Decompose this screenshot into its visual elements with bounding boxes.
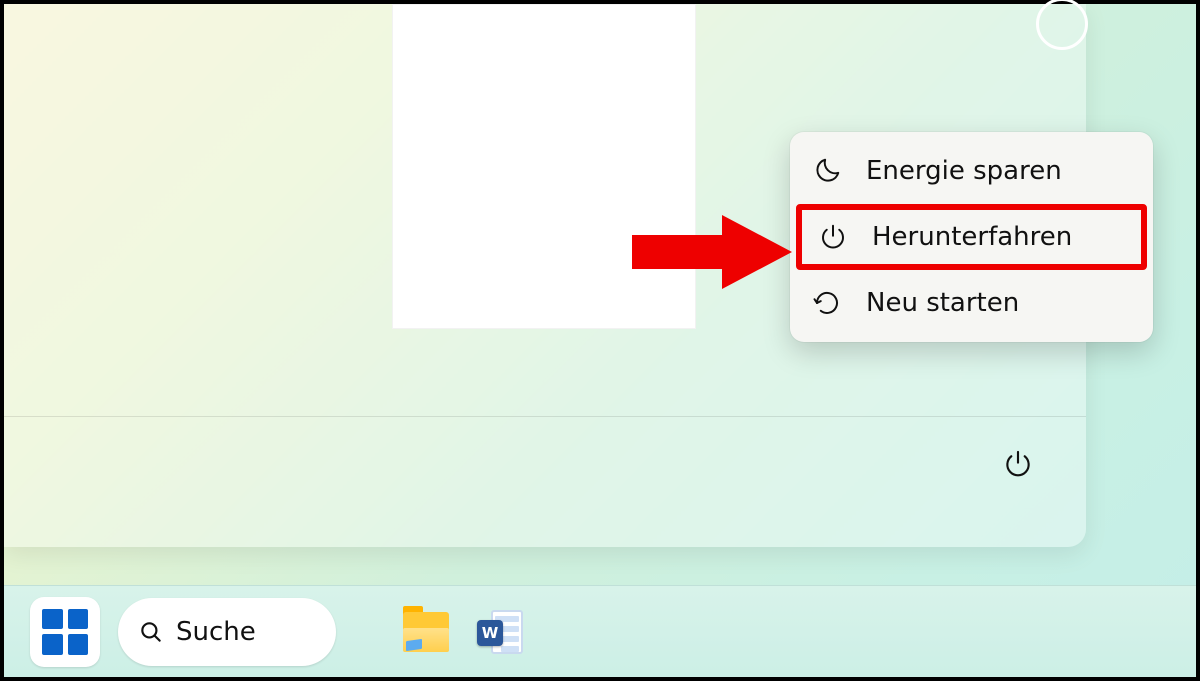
menu-item-sleep[interactable]: Energie sparen: [796, 138, 1147, 204]
desktop-viewport: Energie sparen Herunterfahren Neu starte…: [0, 0, 1200, 681]
menu-item-label: Energie sparen: [866, 156, 1062, 186]
search-icon: [138, 619, 164, 645]
taskbar-item-word[interactable]: W: [472, 604, 528, 660]
taskbar-search[interactable]: Suche: [118, 598, 336, 666]
windows-logo-icon: [42, 609, 88, 655]
taskbar: Suche W: [4, 585, 1196, 677]
power-icon: [816, 220, 850, 254]
folder-icon: [403, 612, 449, 652]
search-placeholder: Suche: [176, 617, 256, 647]
power-options-menu: Energie sparen Herunterfahren Neu starte…: [790, 132, 1153, 342]
menu-item-restart[interactable]: Neu starten: [796, 270, 1147, 336]
start-button[interactable]: [30, 597, 100, 667]
decorative-ring: [1036, 0, 1088, 50]
menu-item-label: Herunterfahren: [872, 222, 1072, 252]
restart-icon: [810, 286, 844, 320]
menu-item-shutdown[interactable]: Herunterfahren: [796, 204, 1147, 270]
taskbar-item-file-explorer[interactable]: [398, 604, 454, 660]
word-icon: W: [477, 610, 523, 654]
menu-item-label: Neu starten: [866, 288, 1019, 318]
start-menu-divider: [4, 416, 1086, 417]
moon-icon: [810, 154, 844, 188]
power-button[interactable]: [1000, 446, 1036, 482]
start-menu-content-area: [392, 4, 696, 329]
word-badge-letter: W: [477, 620, 503, 646]
power-icon: [1002, 448, 1034, 480]
